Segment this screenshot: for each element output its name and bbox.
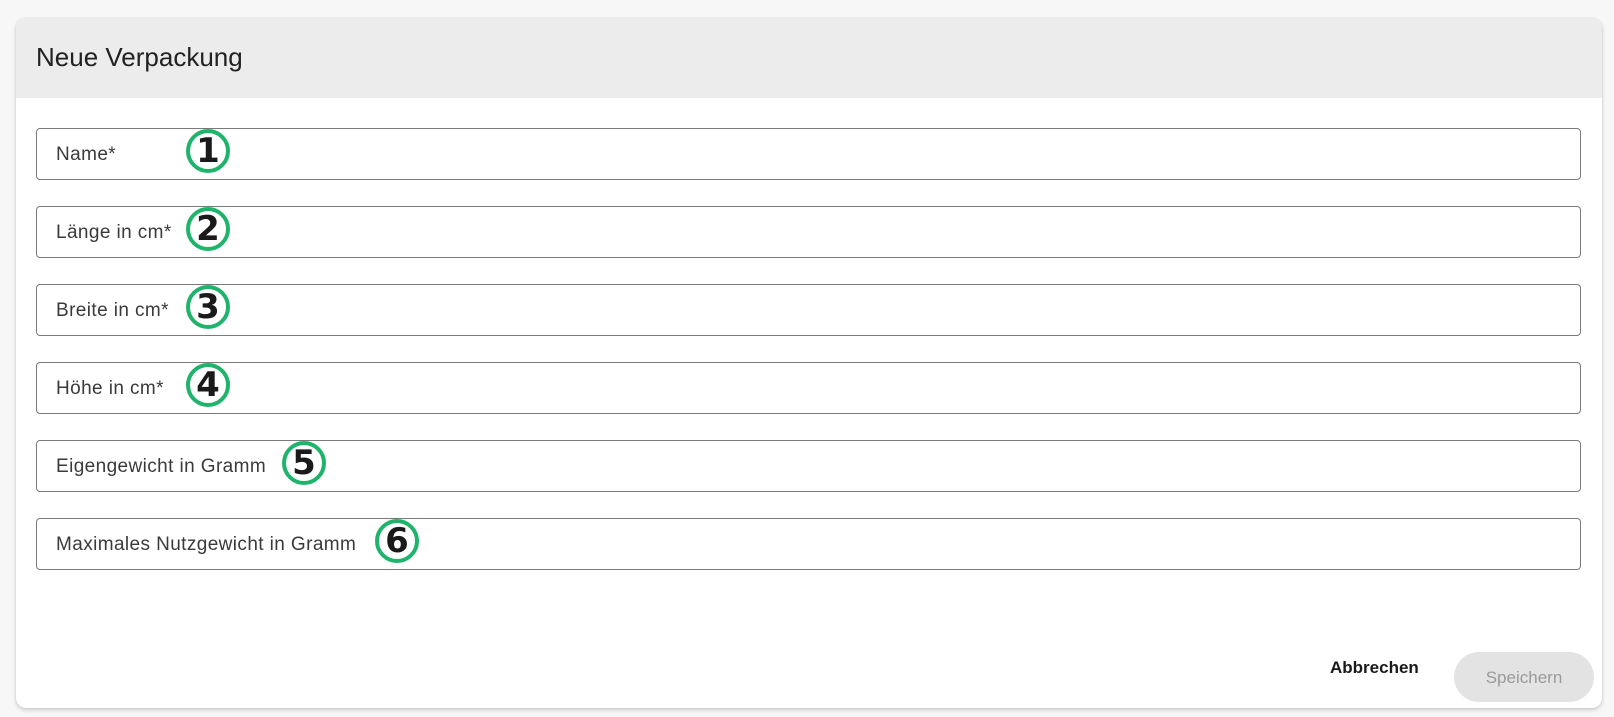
width-field-label: Breite in cm*: [56, 300, 169, 321]
height-field[interactable]: Höhe in cm*: [36, 362, 1581, 414]
tare-weight-field-label: Eigengewicht in Gramm: [56, 456, 267, 477]
dialog-title: Neue Verpackung: [36, 42, 243, 72]
name-field[interactable]: Name*: [36, 128, 1581, 180]
annotation-marker-2: 2: [186, 207, 230, 251]
annotation-marker-3: 3: [186, 285, 230, 329]
tare-weight-field[interactable]: Eigengewicht in Gramm: [36, 440, 1581, 492]
new-packaging-dialog: Neue Verpackung Name* Länge in cm* Breit…: [16, 18, 1602, 708]
annotation-marker-4: 4: [186, 363, 230, 407]
cancel-button[interactable]: Abbrechen: [1320, 646, 1429, 690]
annotation-marker-1: 1: [186, 129, 230, 173]
name-field-label: Name*: [56, 144, 117, 165]
max-payload-field[interactable]: Maximales Nutzgewicht in Gramm: [36, 518, 1581, 570]
annotation-marker-5: 5: [282, 441, 326, 485]
length-field-label: Länge in cm*: [56, 222, 172, 243]
width-field[interactable]: Breite in cm*: [36, 284, 1581, 336]
height-field-label: Höhe in cm*: [56, 378, 164, 399]
max-payload-field-label: Maximales Nutzgewicht in Gramm: [56, 534, 357, 555]
save-button[interactable]: Speichern: [1454, 652, 1594, 702]
length-field[interactable]: Länge in cm*: [36, 206, 1581, 258]
dialog-header: Neue Verpackung: [16, 18, 1602, 98]
annotation-marker-6: 6: [375, 519, 419, 563]
